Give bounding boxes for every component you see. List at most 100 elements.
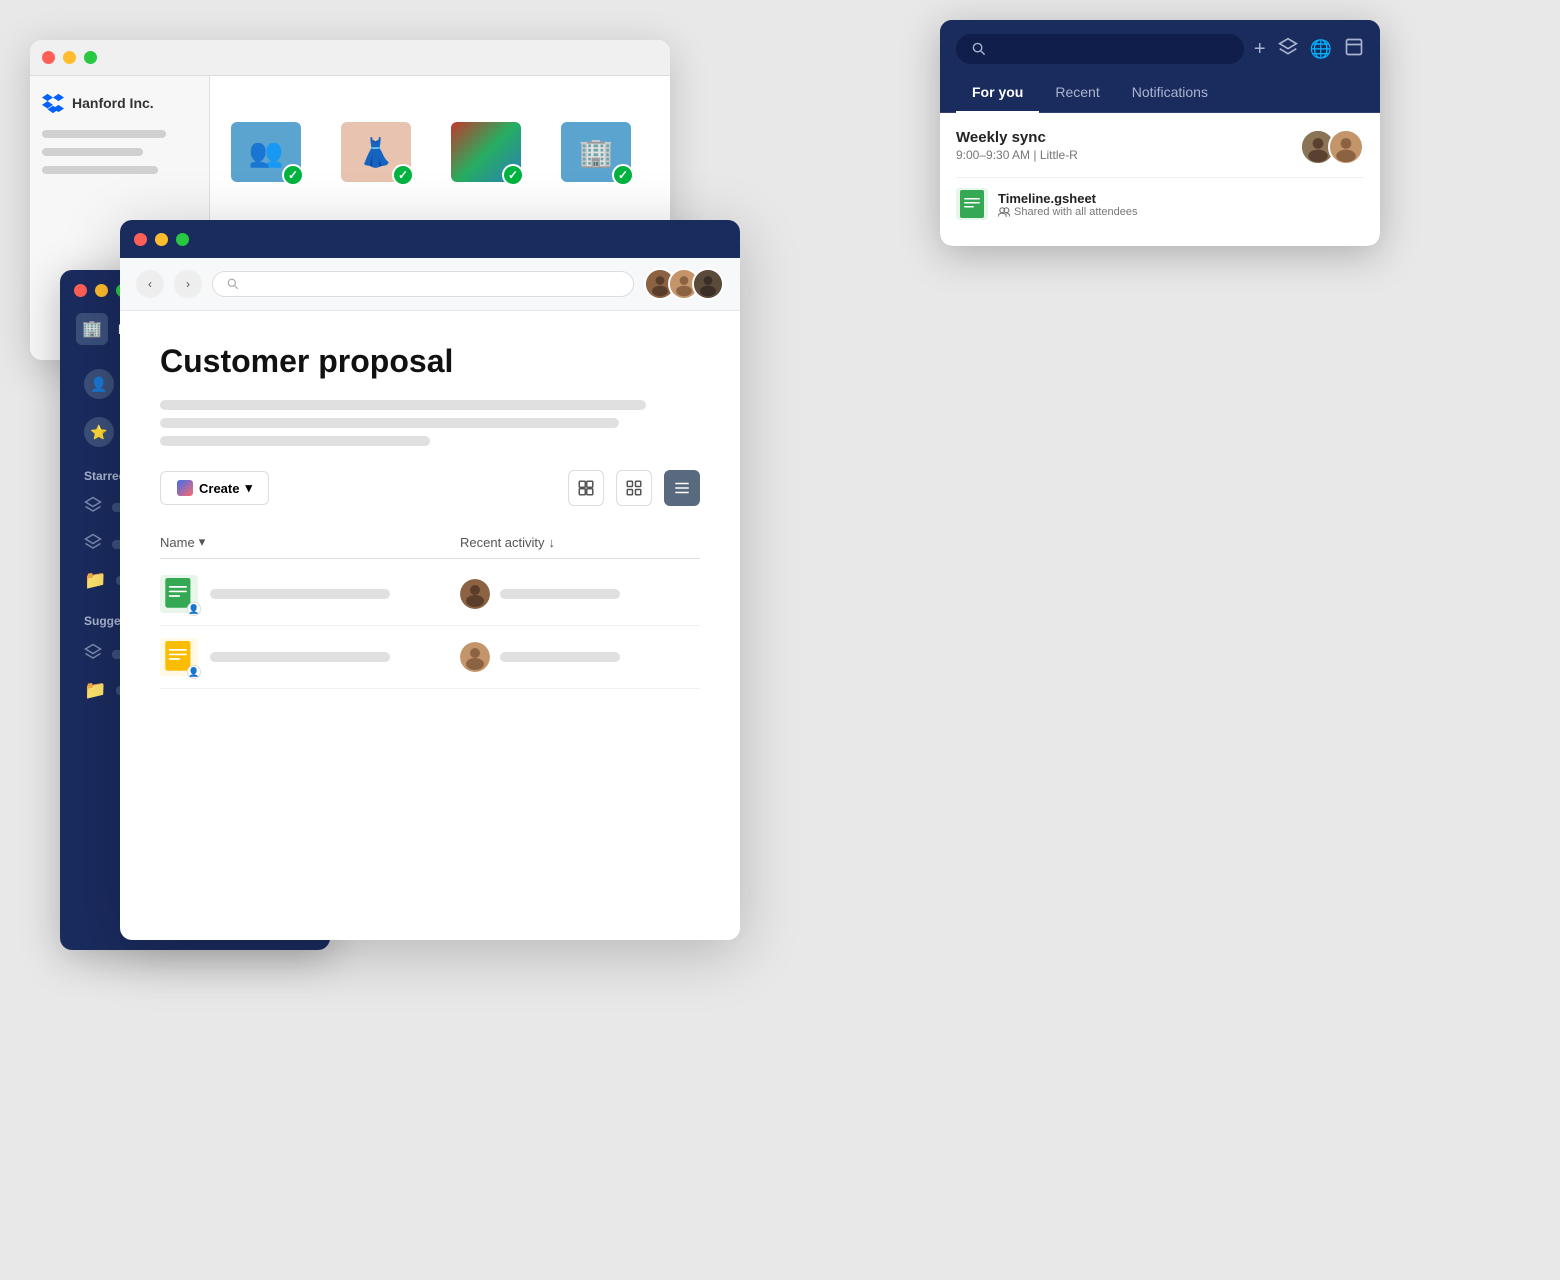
add-button[interactable]: + [1254, 38, 1266, 61]
collab-avatar-3 [692, 268, 724, 300]
stack-icon [1278, 37, 1298, 57]
notif-tabs: For you Recent Notifications [940, 72, 1380, 113]
main-maximize[interactable] [176, 233, 189, 246]
finder-icon [577, 479, 595, 497]
doc-placeholder-lines [160, 400, 700, 446]
file-row-1: 👤 [160, 575, 460, 613]
layers-icon-3 [84, 643, 102, 666]
create-icon [177, 480, 193, 496]
tab-recent[interactable]: Recent [1039, 72, 1115, 112]
people-icon [998, 206, 1010, 218]
sidebar-line-2 [42, 148, 143, 156]
check-icon-1: ✓ [282, 164, 304, 186]
org-icon: 🏢 [76, 313, 108, 345]
notif-body: Weekly sync 9:00–9:30 AM | Little-R [940, 113, 1380, 246]
globe-button[interactable]: 🌐 [1310, 39, 1332, 60]
collab-person-3 [694, 268, 722, 300]
sidebar-close[interactable] [74, 284, 87, 297]
tab-notifications[interactable]: Notifications [1116, 72, 1224, 112]
main-search-bar[interactable] [212, 271, 634, 297]
close-button[interactable] [42, 51, 55, 64]
create-chevron-icon: ▾ [245, 480, 252, 496]
layers-button[interactable] [1278, 37, 1298, 62]
forward-button[interactable]: › [174, 270, 202, 298]
activity-sort-icon: ↓ [549, 535, 556, 550]
activity-row-2 [460, 642, 700, 672]
person-avatar-2 [1330, 129, 1362, 165]
finder-view-button[interactable] [568, 470, 604, 506]
person-icon: 👤 [84, 369, 114, 399]
search-icon [972, 42, 986, 56]
gsheet-icon [960, 190, 984, 218]
notif-file-info: Timeline.gsheet Shared with all attendee… [998, 191, 1364, 218]
folder-icon-2: 📁 [84, 680, 106, 701]
notif-card-info: Weekly sync 9:00–9:30 AM | Little-R [956, 129, 1288, 162]
table-row: 👤 [160, 626, 700, 689]
shared-text: Shared with all attendees [1014, 206, 1138, 218]
sidebar-line-3 [42, 166, 158, 174]
star-icon: ⭐ [84, 417, 114, 447]
folder-texture[interactable]: ✓ [446, 116, 526, 188]
name-chevron-icon: ▾ [199, 534, 206, 550]
notif-file-shared: Shared with all attendees [998, 206, 1364, 218]
main-search-icon [227, 278, 239, 290]
document-content: Customer proposal Create ▾ [120, 311, 740, 940]
maximize-button[interactable] [84, 51, 97, 64]
activity-avatar-2 [460, 642, 490, 672]
file-share-badge: 👤 [187, 602, 201, 616]
col-activity-header[interactable]: Recent activity ↓ [460, 534, 700, 550]
activity-row-1 [460, 579, 700, 609]
notif-header: + 🌐 [940, 20, 1380, 64]
window-icon [1344, 37, 1364, 57]
grid-view-button[interactable] [616, 470, 652, 506]
notif-action-buttons: + 🌐 [1254, 37, 1364, 62]
dropbox-icon [42, 92, 64, 114]
check-icon-2: ✓ [392, 164, 414, 186]
notif-avatar-2 [1328, 129, 1364, 165]
notif-file-name: Timeline.gsheet [998, 191, 1364, 206]
layers-icon-1 [84, 496, 102, 519]
notif-file-type-icon [956, 188, 988, 220]
doc-line-1 [160, 400, 646, 410]
main-titlebar [120, 220, 740, 258]
folder-building[interactable]: 🏢 ✓ [556, 116, 636, 188]
grid-icon [625, 479, 643, 497]
activity-person-2 [460, 642, 490, 672]
tab-for-you[interactable]: For you [956, 72, 1039, 112]
main-close[interactable] [134, 233, 147, 246]
activity-text-placeholder-2 [500, 652, 620, 662]
doc-line-3 [160, 436, 430, 446]
check-icon-4: ✓ [612, 164, 634, 186]
sidebar-minimize[interactable] [95, 284, 108, 297]
notif-search-input[interactable] [956, 34, 1244, 64]
gsheet-file-icon: 👤 [160, 575, 198, 613]
browser-button[interactable] [1344, 37, 1364, 62]
document-toolbar: Create ▾ [160, 470, 700, 506]
main-minimize[interactable] [155, 233, 168, 246]
activity-avatar-1 [460, 579, 490, 609]
list-view-button[interactable] [664, 470, 700, 506]
folder-icon-1: 📁 [84, 570, 106, 591]
dropbox-logo-area: Hanford Inc. [42, 92, 197, 114]
layers-icon-2 [84, 533, 102, 556]
main-document-window: ‹ › [120, 220, 740, 940]
main-nav-bar: ‹ › [120, 258, 740, 311]
titlebar-back [30, 40, 670, 76]
notif-avatar-group [1300, 129, 1364, 165]
col-name-header[interactable]: Name ▾ [160, 534, 460, 550]
minimize-button[interactable] [63, 51, 76, 64]
doc-file-icon: 👤 [160, 638, 198, 676]
notif-card-title: Weekly sync [956, 129, 1288, 146]
folder-people[interactable]: 👥 ✓ [226, 116, 306, 188]
notification-panel: + 🌐 For you Recent Notifications Wee [940, 20, 1380, 246]
activity-person-1 [460, 579, 490, 609]
file-row-2: 👤 [160, 638, 460, 676]
check-icon-3: ✓ [502, 164, 524, 186]
collab-avatar-group [644, 268, 724, 300]
notif-card-subtitle: 9:00–9:30 AM | Little-R [956, 148, 1288, 162]
create-label: Create [199, 481, 239, 496]
folder-fashion[interactable]: 👗 ✓ [336, 116, 416, 188]
create-button[interactable]: Create ▾ [160, 471, 269, 505]
back-button[interactable]: ‹ [136, 270, 164, 298]
table-row: 👤 [160, 563, 700, 626]
